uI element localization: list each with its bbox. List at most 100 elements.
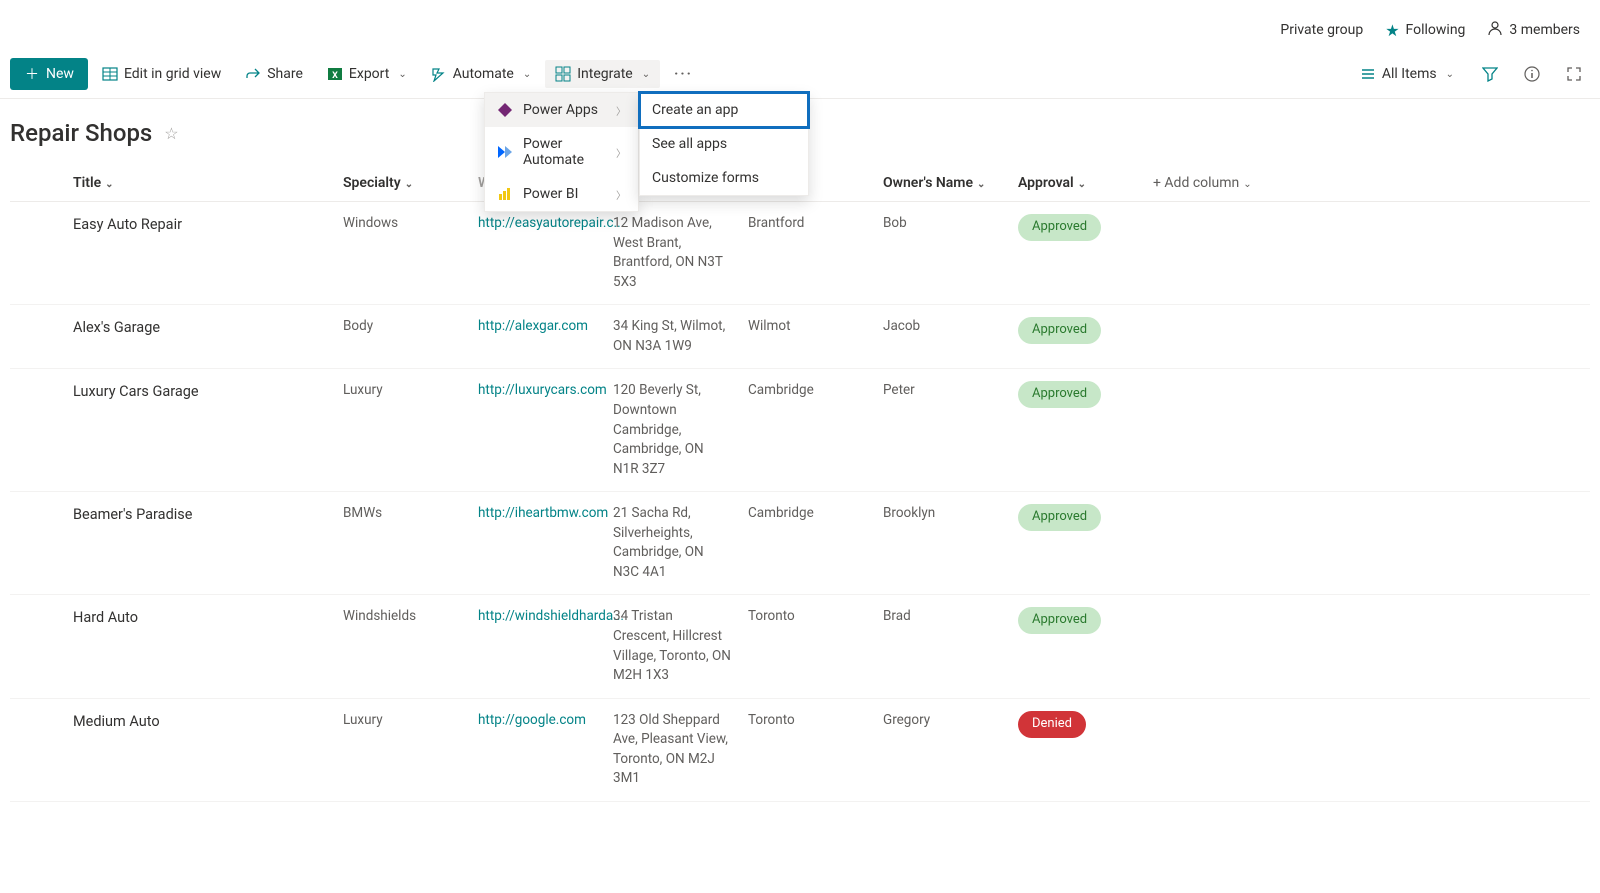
table-row[interactable]: Easy Auto RepairWindowshttp://easyautore… (10, 202, 1590, 305)
submenu-customize-forms[interactable]: Customize forms (640, 161, 808, 195)
cell-owner: Bob (875, 202, 1010, 305)
cell-empty (1145, 369, 1590, 492)
col-owner[interactable]: Owner's Name⌄ (875, 165, 1010, 202)
cell-website[interactable]: http://alexgar.com (470, 305, 605, 369)
menu-power-apps[interactable]: Power Apps 〉 (485, 93, 638, 127)
row-select[interactable] (10, 492, 65, 595)
cell-title[interactable]: Alex's Garage (65, 305, 335, 369)
table-row[interactable]: Medium AutoLuxury http://google.com 123 Ol… (10, 698, 1590, 801)
row-select[interactable] (10, 202, 65, 305)
expand-button[interactable] (1558, 58, 1590, 90)
view-name: All Items (1382, 66, 1437, 82)
website-link[interactable]: http://easyautorepair.c... (478, 215, 624, 231)
row-select[interactable] (10, 698, 65, 801)
right-commands: All Items ⌄ (1350, 58, 1590, 90)
follow-status[interactable]: ★ Following (1385, 21, 1465, 40)
col-specialty[interactable]: Specialty⌄ (335, 165, 470, 202)
submenu-create-app[interactable]: Create an app (640, 93, 808, 127)
group-privacy-label: Private group (1280, 22, 1363, 38)
submenu-see-all-apps[interactable]: See all apps (640, 127, 808, 161)
menu-power-apps-label: Power Apps (523, 102, 598, 118)
cell-website[interactable]: http://windshieldharda... (470, 595, 605, 698)
share-label: Share (267, 66, 303, 82)
cell-owner: Peter (875, 369, 1010, 492)
list-title: Repair Shops (10, 119, 152, 147)
chevron-down-icon: ⌄ (1243, 179, 1251, 190)
menu-power-automate-label: Power Automate (523, 136, 606, 168)
export-button[interactable]: X Export ⌄ (317, 60, 417, 88)
menu-power-automate[interactable]: Power Automate 〉 (485, 127, 638, 177)
svg-text:X: X (332, 71, 338, 81)
members[interactable]: 3 members (1487, 20, 1580, 40)
cell-website[interactable]: http://easyautorepair.c... (470, 202, 605, 305)
row-select[interactable] (10, 305, 65, 369)
integrate-menu: Power Apps 〉 Power Automate 〉 Power BI 〉 (484, 92, 639, 212)
cell-specialty: BMWs (335, 492, 470, 595)
row-select[interactable] (10, 595, 65, 698)
filter-button[interactable] (1474, 58, 1506, 90)
col-title-label: Title (73, 175, 101, 191)
integrate-button[interactable]: Integrate ⌄ (545, 60, 660, 88)
add-column-button[interactable]: + Add column⌄ (1145, 165, 1590, 202)
table-row[interactable]: Hard AutoWindshieldshttp://windshieldhar… (10, 595, 1590, 698)
cell-website[interactable]: http://iheartbmw.com (470, 492, 605, 595)
chevron-right-icon: 〉 (616, 103, 626, 118)
cell-owner: Brad (875, 595, 1010, 698)
cell-website[interactable]: http://luxurycars.com (470, 369, 605, 492)
export-label: Export (349, 66, 389, 82)
edit-grid-button[interactable]: Edit in grid view (92, 60, 231, 88)
cell-owner: Gregory (875, 698, 1010, 801)
list-table: Title⌄ Specialty⌄ Website⌄ Address⌄ City… (0, 165, 1600, 802)
view-selector[interactable]: All Items ⌄ (1350, 60, 1464, 88)
more-button[interactable]: ··· (664, 60, 703, 88)
cell-title[interactable]: Medium Auto (65, 698, 335, 801)
chevron-down-icon: ⌄ (398, 69, 406, 80)
cell-title[interactable]: Luxury Cars Garage (65, 369, 335, 492)
col-approval[interactable]: Approval⌄ (1010, 165, 1145, 202)
plus-icon: ＋ (24, 66, 40, 82)
table-row[interactable]: Alex's GarageBodyhttp://alexgar.com34 Ki… (10, 305, 1590, 369)
automate-button[interactable]: Automate ⌄ (421, 60, 542, 88)
cell-approval: Approved (1010, 202, 1145, 305)
cell-specialty: Luxury (335, 698, 470, 801)
col-owner-label: Owner's Name (883, 175, 973, 191)
cell-empty (1145, 492, 1590, 595)
website-link[interactable]: http://iheartbmw.com (478, 505, 608, 521)
approval-badge: Approved (1018, 317, 1101, 344)
cell-address: 123 Old Sheppard Ave, Pleasant View, Tor… (605, 698, 740, 801)
site-header: Private group ★ Following 3 members (0, 0, 1600, 50)
chevron-down-icon: ⌄ (642, 69, 650, 80)
approval-badge: Approved (1018, 214, 1101, 241)
share-button[interactable]: Share (235, 60, 313, 88)
website-link[interactable]: http://windshieldharda... (478, 608, 624, 624)
cell-approval: Approved (1010, 305, 1145, 369)
list-icon (1360, 66, 1376, 82)
table-row[interactable]: Luxury Cars GarageLuxuryhttp://luxurycar… (10, 369, 1590, 492)
approval-badge: Approved (1018, 381, 1101, 408)
col-title[interactable]: Title⌄ (65, 165, 335, 202)
cell-title[interactable]: Easy Auto Repair (65, 202, 335, 305)
website-link[interactable]: http://alexgar.com (478, 318, 588, 334)
cell-specialty: Body (335, 305, 470, 369)
cell-title[interactable]: Hard Auto (65, 595, 335, 698)
cell-title[interactable]: Beamer's Paradise (65, 492, 335, 595)
star-outline-icon[interactable]: ☆ (164, 124, 178, 143)
cell-city: Brantford (740, 202, 875, 305)
website-link[interactable]: http://google.com (478, 712, 586, 728)
select-all-header[interactable] (10, 165, 65, 202)
cell-website[interactable]: http://google.com (470, 698, 605, 801)
table-row[interactable]: Beamer's ParadiseBMWs http://iheartbmw.co… (10, 492, 1590, 595)
power-bi-icon (497, 186, 513, 202)
website-link[interactable]: http://luxurycars.com (478, 382, 607, 398)
cell-city: Toronto (740, 595, 875, 698)
new-button[interactable]: ＋ New (10, 58, 88, 90)
add-column-label: Add column (1164, 175, 1239, 191)
info-button[interactable] (1516, 58, 1548, 90)
row-select[interactable] (10, 369, 65, 492)
cell-address: 21 Sacha Rd, Silverheights, Cambridge, O… (605, 492, 740, 595)
menu-power-bi[interactable]: Power BI 〉 (485, 177, 638, 211)
ellipsis-icon: ··· (674, 66, 693, 82)
excel-icon: X (327, 66, 343, 82)
approval-badge: Approved (1018, 607, 1101, 634)
cell-owner: Jacob (875, 305, 1010, 369)
